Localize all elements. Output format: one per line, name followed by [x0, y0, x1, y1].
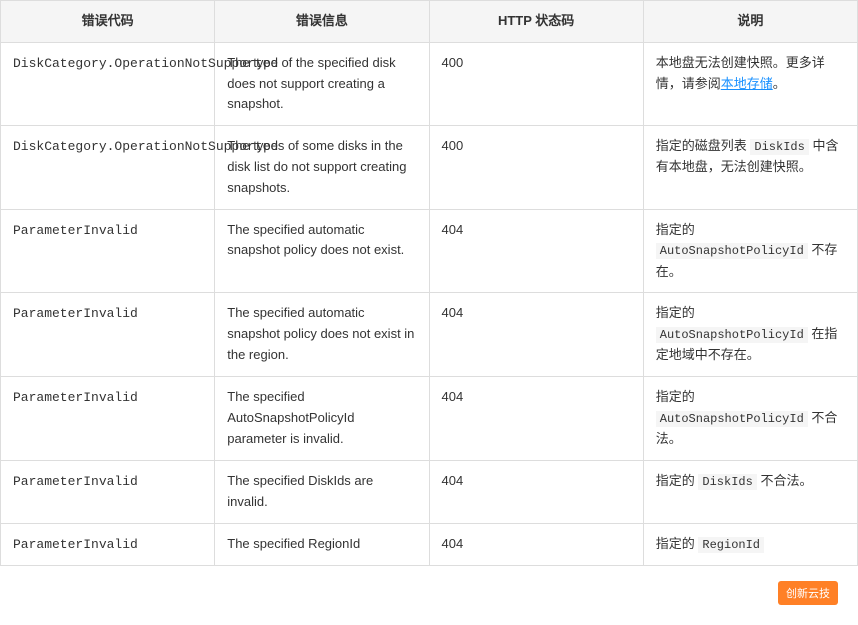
error-code-value: ParameterInvalid: [13, 537, 138, 552]
description-cell: 本地盘无法创建快照。更多详情，请参阅本地存储。: [643, 42, 857, 125]
desc-code: AutoSnapshotPolicyId: [656, 243, 808, 259]
table-body: DiskCategory.OperationNotSupportedThe ty…: [1, 42, 858, 566]
description-cell: 指定的 DiskIds 不合法。: [643, 460, 857, 523]
desc-text: 指定的: [656, 222, 695, 237]
table-row: DiskCategory.OperationNotSupportedThe ty…: [1, 42, 858, 125]
error-message-cell: The specified automatic snapshot policy …: [215, 293, 429, 377]
error-message-cell: The type of the specified disk does not …: [215, 42, 429, 125]
error-message-cell: The specified DiskIds are invalid.: [215, 460, 429, 523]
desc-code: DiskIds: [750, 139, 808, 155]
desc-code: RegionId: [698, 537, 764, 553]
error-code-cell: DiskCategory.OperationNotSupported: [1, 42, 215, 125]
desc-code: DiskIds: [698, 474, 756, 490]
table-row: DiskCategory.OperationNotSupportedThe ty…: [1, 126, 858, 209]
error-message-cell: The types of some disks in the disk list…: [215, 126, 429, 209]
http-status-cell: 404: [429, 377, 643, 461]
desc-text: 。: [773, 76, 786, 91]
error-code-cell: ParameterInvalid: [1, 209, 215, 293]
column-header-0: 错误代码: [1, 1, 215, 43]
desc-link[interactable]: 本地存储: [721, 76, 773, 91]
desc-text: 指定的: [656, 389, 695, 404]
http-status-cell: 400: [429, 42, 643, 125]
table-header: 错误代码错误信息HTTP 状态码说明: [1, 1, 858, 43]
error-table: 错误代码错误信息HTTP 状态码说明 DiskCategory.Operatio…: [0, 0, 858, 566]
http-status-cell: 404: [429, 460, 643, 523]
error-code-cell: ParameterInvalid: [1, 377, 215, 461]
table-row: ParameterInvalid The specified RegionId40…: [1, 523, 858, 566]
http-status-cell: 404: [429, 209, 643, 293]
description-cell: 指定的 AutoSnapshotPolicyId 不合法。: [643, 377, 857, 461]
error-code-value: ParameterInvalid: [13, 474, 138, 489]
error-message-cell: The specified automatic snapshot policy …: [215, 209, 429, 293]
error-code-value: ParameterInvalid: [13, 223, 138, 238]
description-cell: 指定的 AutoSnapshotPolicyId 不存在。: [643, 209, 857, 293]
watermark: 创新云技: [778, 581, 838, 605]
desc-code: AutoSnapshotPolicyId: [656, 327, 808, 343]
table-row: ParameterInvalid The specified automatic …: [1, 293, 858, 377]
desc-text: 指定的磁盘列表: [656, 138, 747, 153]
error-message-cell: The specified AutoSnapshotPolicyId param…: [215, 377, 429, 461]
error-code-value: ParameterInvalid: [13, 390, 138, 405]
description-cell: 指定的 RegionId: [643, 523, 857, 566]
error-code-cell: ParameterInvalid: [1, 460, 215, 523]
desc-text: 指定的: [656, 536, 695, 551]
http-status-cell: 404: [429, 523, 643, 566]
desc-text: 指定的: [656, 473, 695, 488]
column-header-2: HTTP 状态码: [429, 1, 643, 43]
error-code-value: ParameterInvalid: [13, 306, 138, 321]
error-code-cell: ParameterInvalid: [1, 293, 215, 377]
column-header-3: 说明: [643, 1, 857, 43]
error-message-cell: The specified RegionId: [215, 523, 429, 566]
error-code-cell: DiskCategory.OperationNotSupported: [1, 126, 215, 209]
table-row: ParameterInvalid The specified automatic …: [1, 209, 858, 293]
description-cell: 指定的磁盘列表 DiskIds 中含有本地盘，无法创建快照。: [643, 126, 857, 209]
error-code-cell: ParameterInvalid: [1, 523, 215, 566]
desc-text: 指定的: [656, 305, 695, 320]
column-header-1: 错误信息: [215, 1, 429, 43]
table-row: ParameterInvalid The specified DiskIds ar…: [1, 460, 858, 523]
desc-text: 不合法。: [760, 473, 812, 488]
desc-code: AutoSnapshotPolicyId: [656, 411, 808, 427]
http-status-cell: 400: [429, 126, 643, 209]
description-cell: 指定的 AutoSnapshotPolicyId 在指定地域中不存在。: [643, 293, 857, 377]
table-row: ParameterInvalid The specified AutoSnapsh…: [1, 377, 858, 461]
http-status-cell: 404: [429, 293, 643, 377]
